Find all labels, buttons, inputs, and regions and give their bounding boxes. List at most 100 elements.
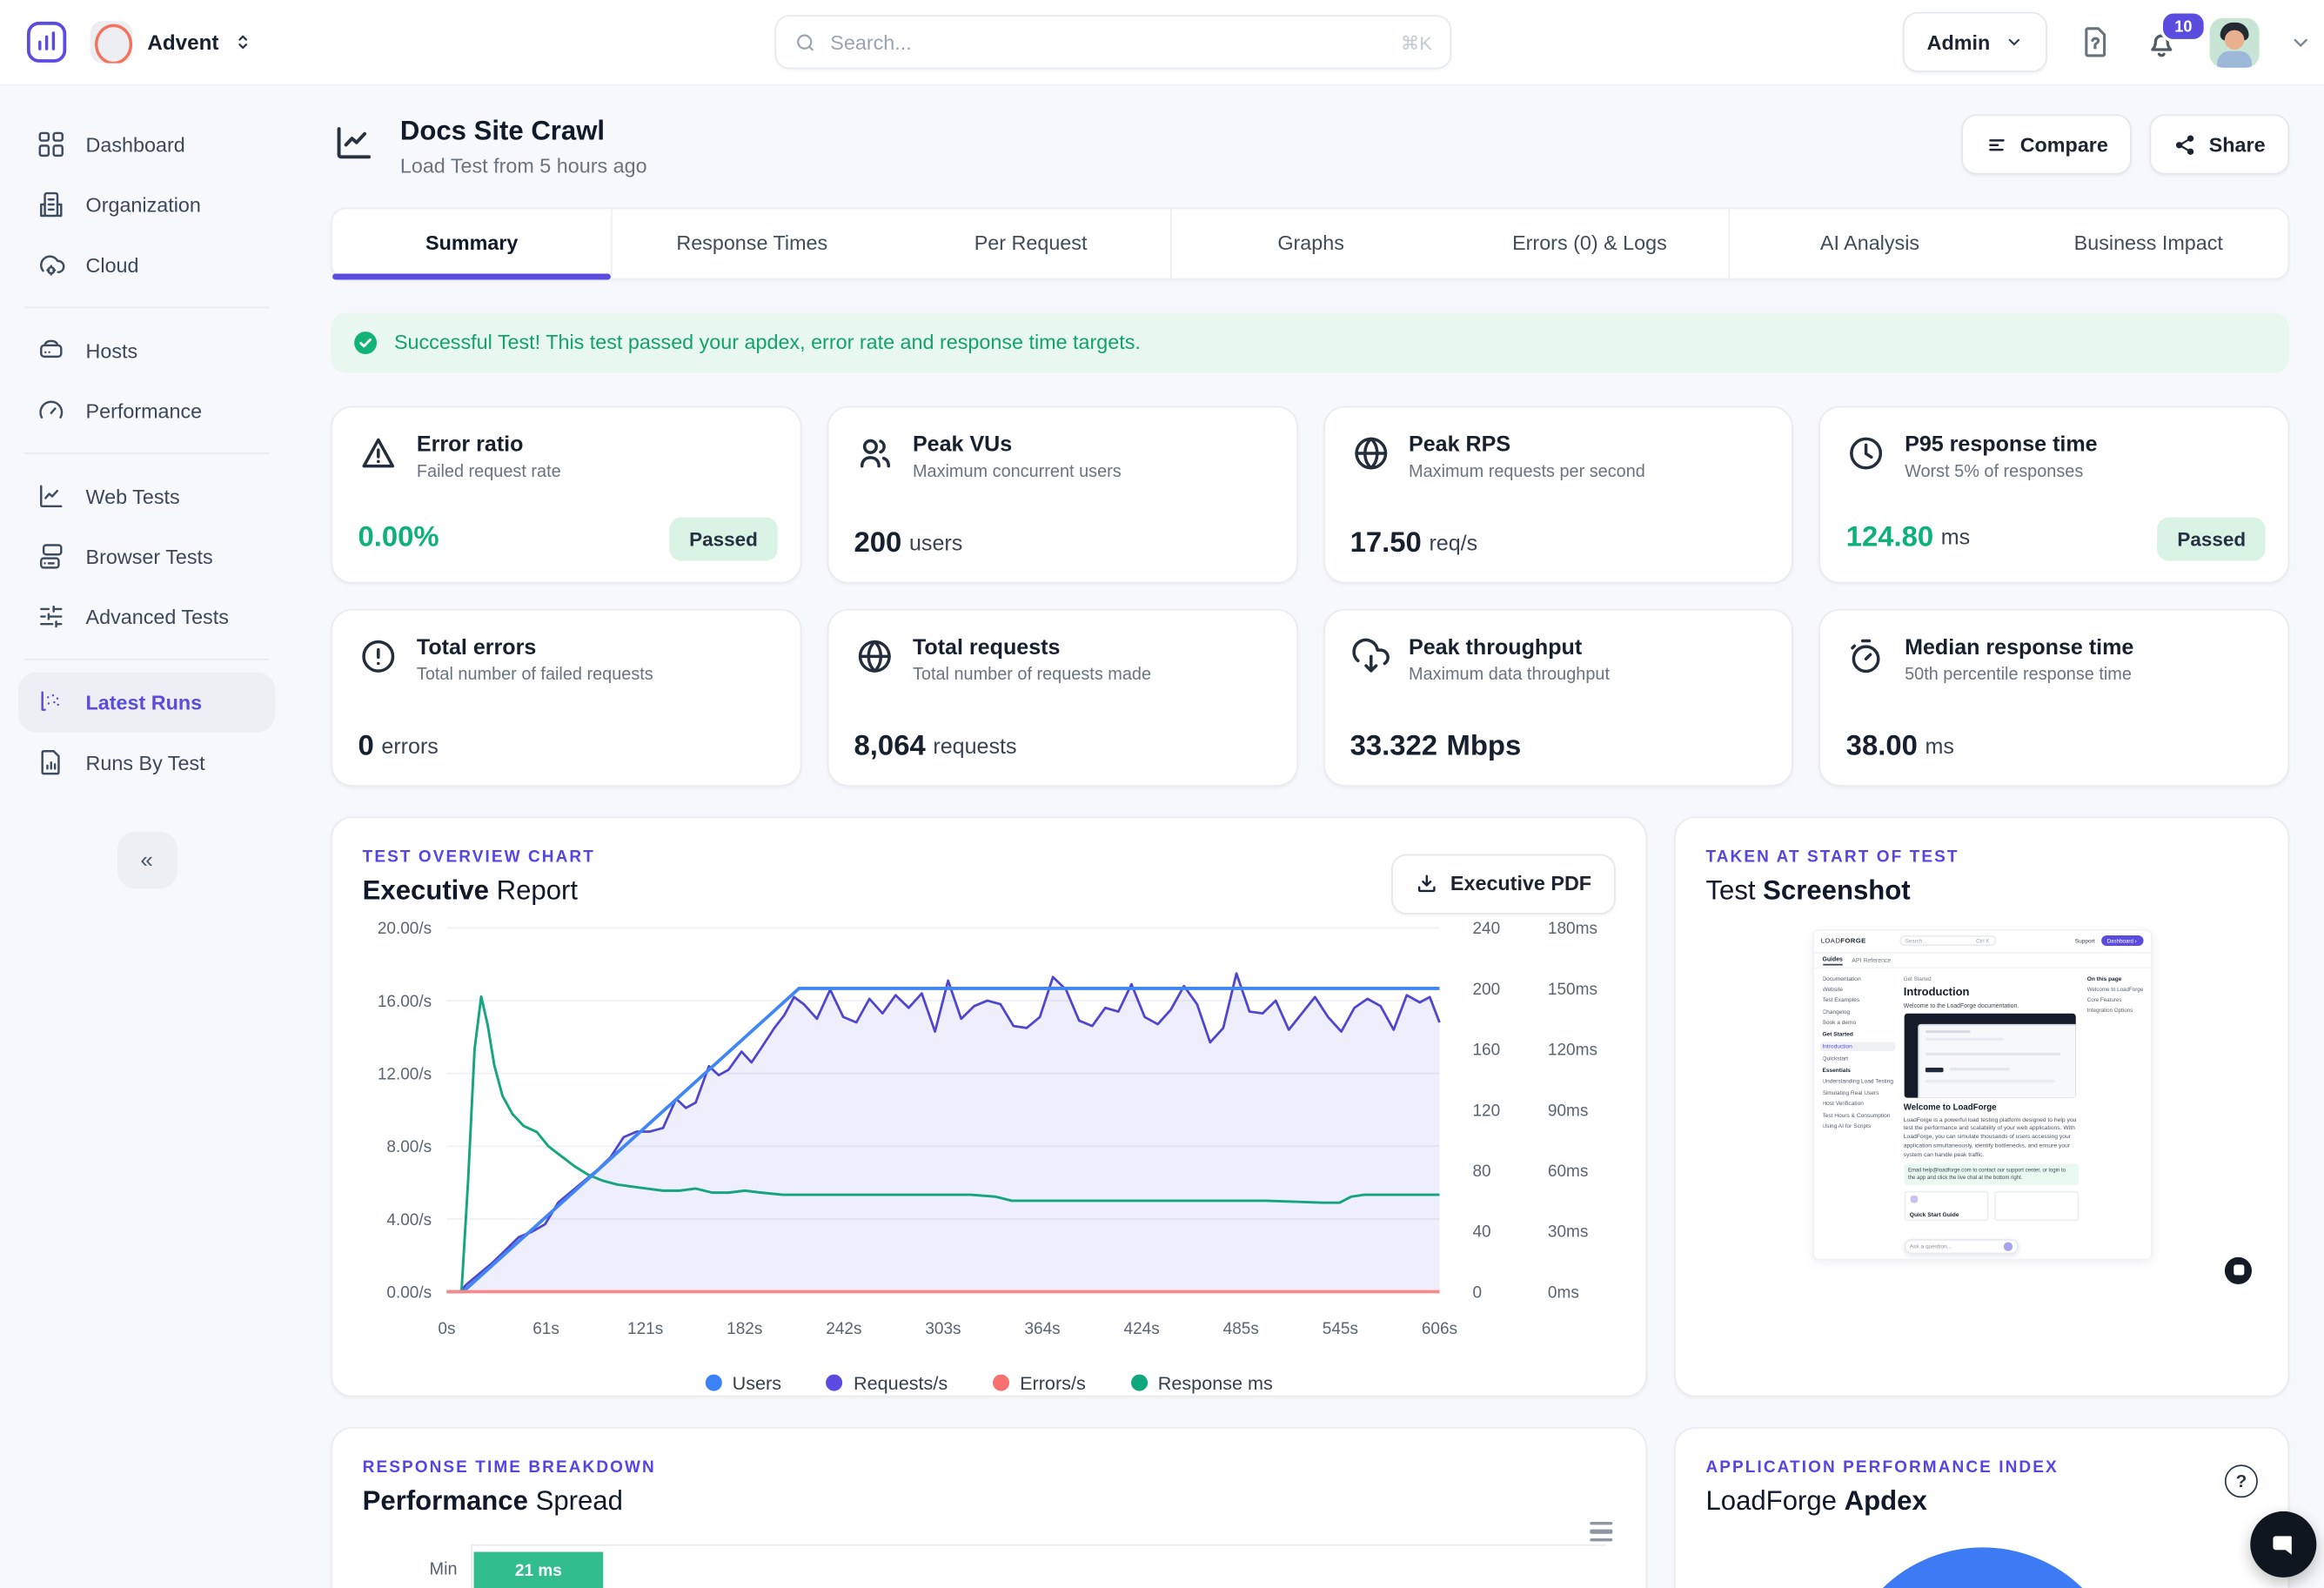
success-banner: Successful Test! This test passed your a… — [331, 312, 2289, 372]
sidebar-item-label: Browser Tests — [86, 545, 213, 567]
workspace-avatar — [90, 21, 132, 63]
sidebar-divider — [24, 659, 270, 660]
sidebar-item-organization[interactable]: Organization — [18, 174, 276, 234]
sidebar-item-runs-by-test[interactable]: Runs By Test — [18, 733, 276, 793]
expand-screenshot-button[interactable] — [2225, 1256, 2252, 1283]
stat-value: 8,064 — [854, 730, 926, 763]
legend-item-users[interactable]: Users — [705, 1372, 781, 1393]
user-menu-chevron-icon[interactable] — [2289, 30, 2312, 53]
svg-text:182s: 182s — [727, 1319, 762, 1337]
svg-text:30ms: 30ms — [1548, 1223, 1588, 1241]
organization-icon — [36, 190, 66, 220]
svg-text:240: 240 — [1472, 919, 1500, 937]
search-icon — [794, 30, 817, 53]
stat-subtitle: Maximum concurrent users — [913, 463, 1122, 481]
svg-text:485s: 485s — [1223, 1319, 1259, 1337]
svg-text:120ms: 120ms — [1548, 1041, 1597, 1059]
workspace-switcher[interactable]: Advent — [90, 21, 253, 63]
apdex-help-icon[interactable]: ? — [2225, 1464, 2258, 1497]
status-badge: Passed — [670, 517, 778, 560]
sidebar-item-dashboard[interactable]: Dashboard — [18, 114, 276, 174]
legend-label: Requests/s — [854, 1372, 948, 1393]
tab-summary[interactable]: Summary — [332, 208, 613, 277]
mini-card1-title: Quick Start Guide — [1910, 1211, 1982, 1219]
legend-label: Errors/s — [1020, 1372, 1086, 1393]
chart-legend: Users Requests/s Errors/s Response ms — [363, 1372, 1616, 1393]
browser-tests-icon — [36, 541, 66, 572]
notifications-bell-icon[interactable]: 10 — [2144, 24, 2180, 60]
screenshot-label: TAKEN AT START OF TEST — [1705, 848, 2257, 866]
legend-item-requests-s[interactable]: Requests/s — [827, 1372, 948, 1393]
executive-pdf-button[interactable]: Executive PDF — [1391, 854, 1615, 914]
chart-menu-icon[interactable] — [1590, 1521, 1612, 1542]
share-button[interactable]: Share — [2150, 114, 2289, 174]
svg-text:364s: 364s — [1024, 1319, 1060, 1337]
svg-text:242s: 242s — [826, 1319, 861, 1337]
svg-text:424s: 424s — [1124, 1319, 1160, 1337]
sidebar-collapse-button[interactable]: « — [117, 832, 177, 889]
compare-button[interactable]: Compare — [1961, 114, 2132, 174]
sidebar-item-performance[interactable]: Performance — [18, 380, 276, 440]
sidebar-item-label: Web Tests — [86, 485, 180, 507]
user-avatar[interactable] — [2210, 17, 2260, 67]
search-shortcut: ⌘K — [1401, 30, 1432, 53]
page-header: Docs Site Crawl Load Test from 5 hours a… — [331, 114, 2289, 177]
spread-bar: 21 ms — [474, 1551, 604, 1588]
sidebar-item-label: Hosts — [86, 339, 138, 362]
help-file-icon[interactable]: ? — [2077, 24, 2113, 60]
stat-unit: errors — [381, 734, 438, 759]
search-input[interactable]: Search... ⌘K — [774, 15, 1451, 69]
tab-errors-0-logs[interactable]: Errors (0) & Logs — [1450, 208, 1731, 277]
clock-icon — [1846, 432, 1887, 481]
executive-report-card: TEST OVERVIEW CHART Executive Report Exe… — [331, 816, 1647, 1397]
sidebar-item-browser-tests[interactable]: Browser Tests — [18, 526, 276, 586]
mini-tab-guides: Guides — [1822, 955, 1842, 965]
performance-icon — [36, 396, 66, 426]
chat-bubble-icon — [2267, 1528, 2300, 1561]
tab-graphs[interactable]: Graphs — [1171, 208, 1450, 277]
stat-unit: ms — [1941, 526, 1970, 551]
globe-icon — [854, 635, 895, 684]
tab-business-impact[interactable]: Business Impact — [2009, 208, 2287, 277]
share-icon — [2174, 133, 2197, 156]
app-logo-icon[interactable] — [24, 19, 70, 64]
mini-callout: Email help@loadforge.com to contact our … — [1904, 1163, 2079, 1185]
stat-value: 33.322 — [1350, 730, 1437, 763]
stat-value: 0 — [358, 730, 373, 763]
svg-text:4.00/s: 4.00/s — [386, 1210, 432, 1229]
dashboard-icon — [36, 130, 66, 160]
chevrons-updown-icon — [234, 30, 253, 55]
svg-text:0: 0 — [1472, 1283, 1482, 1302]
tab-per-request[interactable]: Per Request — [891, 208, 1171, 277]
page-title: Docs Site Crawl — [400, 114, 647, 148]
sidebar-item-advanced-tests[interactable]: Advanced Tests — [18, 586, 276, 647]
tab-ai-analysis[interactable]: AI Analysis — [1731, 208, 2009, 277]
spread-row-min: Min21 ms — [472, 1545, 1607, 1588]
sidebar-item-hosts[interactable]: Hosts — [18, 320, 276, 380]
sidebar-item-cloud[interactable]: Cloud — [18, 235, 276, 295]
sidebar-item-latest-runs[interactable]: Latest Runs — [18, 673, 276, 733]
admin-label: Admin — [1927, 30, 1991, 53]
legend-item-errors-s[interactable]: Errors/s — [993, 1372, 1086, 1393]
stat-title: Total errors — [417, 635, 653, 661]
stat-card-peak-vus: Peak VUsMaximum concurrent users200users — [827, 405, 1297, 583]
admin-menu-button[interactable]: Admin — [1903, 12, 2047, 72]
sidebar-item-label: Advanced Tests — [86, 606, 229, 628]
stat-value: 0.00% — [358, 522, 439, 555]
alert-circle-icon — [358, 635, 398, 684]
stat-subtitle: Total number of requests made — [913, 666, 1151, 684]
globe-icon — [1350, 432, 1391, 481]
mini-title: Introduction — [1904, 984, 2079, 998]
legend-item-response-ms[interactable]: Response ms — [1131, 1372, 1273, 1393]
sidebar-item-label: Dashboard — [86, 133, 185, 156]
screenshot-title: Test Screenshot — [1705, 874, 2257, 906]
tab-response-times[interactable]: Response Times — [613, 208, 891, 277]
chat-widget-button[interactable] — [2250, 1511, 2316, 1578]
svg-text:606s: 606s — [1422, 1319, 1457, 1337]
stat-title: Total requests — [913, 635, 1151, 661]
mini-breadcrumb: Get Started — [1904, 975, 2079, 982]
mini-dashboard-button: Dashboard › — [2101, 935, 2143, 946]
stat-unit: req/s — [1429, 532, 1477, 556]
sidebar-item-web-tests[interactable]: Web Tests — [18, 466, 276, 526]
svg-text:8.00/s: 8.00/s — [386, 1137, 432, 1156]
